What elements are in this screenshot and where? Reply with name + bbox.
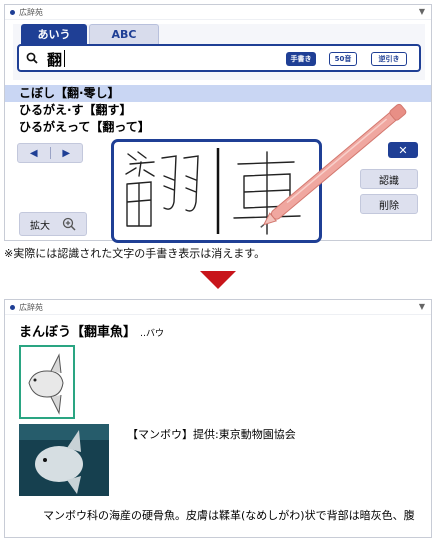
entry-definition: マンボウ科の海産の硬骨魚。皮膚は鞣革(なめしがわ)状で背部は暗灰色、腹	[43, 509, 415, 522]
reverse-lookup-button[interactable]: 逆引き	[371, 52, 407, 66]
handwriting-button[interactable]: 手書き	[286, 52, 316, 66]
app-bullet-icon	[10, 9, 15, 15]
tab-hiragana[interactable]: あいう	[21, 24, 87, 44]
handwritten-char-1	[125, 151, 199, 227]
dictionary-title: 広辞苑	[19, 7, 43, 17]
list-item[interactable]: ひるがえ·す【翻す】	[5, 102, 431, 119]
search-input[interactable]: 翻 手書き 50音 逆引き	[17, 44, 421, 72]
down-arrow-icon	[200, 271, 236, 289]
tab-alphabet[interactable]: ABC	[89, 24, 159, 44]
prev-button[interactable]: ◀	[18, 144, 50, 162]
title-bar: 広辞苑 ▼	[5, 5, 431, 20]
headword-reading: ‥バウ	[140, 329, 165, 339]
dictionary-input-panel: 広辞苑 ▼ あいう ABC 翻 手書き 50音 逆引き こぼし【翻·零し】 ひる…	[4, 4, 432, 243]
app-bullet-icon	[10, 304, 15, 310]
search-area: あいう ABC 翻 手書き 50音 逆引き	[13, 24, 425, 80]
next-button[interactable]: ▶	[51, 144, 83, 162]
handwriting-strokes	[125, 148, 301, 235]
photo-image	[19, 424, 109, 496]
dictionary-entry-panel: 広辞苑 ▼ まんぼう【翻車魚】 ‥バウ 【マンボウ】提供:東京動物園協会 マンボウ…	[4, 299, 432, 538]
sunfish-illustration	[28, 353, 64, 415]
headword-text: まんぼう【翻車魚】	[19, 325, 137, 340]
recognize-button[interactable]: 認識	[360, 169, 418, 189]
text-caret	[64, 50, 65, 67]
close-button[interactable]: ✕	[388, 142, 418, 158]
zoom-in-icon	[62, 217, 76, 231]
chevron-down-icon[interactable]: ▼	[419, 7, 425, 16]
title-bar: 広辞苑 ▼	[5, 300, 431, 315]
photo-caption: 【マンボウ】提供:東京動物園協会	[127, 428, 296, 441]
chevron-down-icon[interactable]: ▼	[419, 302, 425, 311]
search-query: 翻	[47, 51, 63, 69]
dictionary-title: 広辞苑	[19, 302, 43, 312]
page-nav: ◀ ▶	[17, 143, 83, 163]
list-item[interactable]: こぼし【翻·零し】	[5, 85, 431, 102]
illustration-thumbnail[interactable]	[19, 345, 75, 419]
handwriting-pad[interactable]	[111, 139, 322, 243]
disclaimer-note: ※実際には認識された文字の手書き表示は消えます。	[4, 247, 266, 260]
zoom-label: 拡大	[30, 220, 50, 232]
list-item[interactable]: ひるがえって【翻って】	[5, 119, 431, 136]
entry-headword: まんぼう【翻車魚】 ‥バウ	[19, 321, 164, 340]
zoom-button[interactable]: 拡大	[19, 212, 87, 236]
search-icon	[26, 52, 38, 64]
result-list: こぼし【翻·零し】 ひるがえ·す【翻す】 ひるがえって【翻って】	[5, 85, 431, 136]
sunfish-photo[interactable]	[19, 424, 109, 496]
fifty-sound-button[interactable]: 50音	[329, 52, 357, 66]
delete-button[interactable]: 削除	[360, 194, 418, 214]
handwritten-char-2	[233, 151, 301, 235]
